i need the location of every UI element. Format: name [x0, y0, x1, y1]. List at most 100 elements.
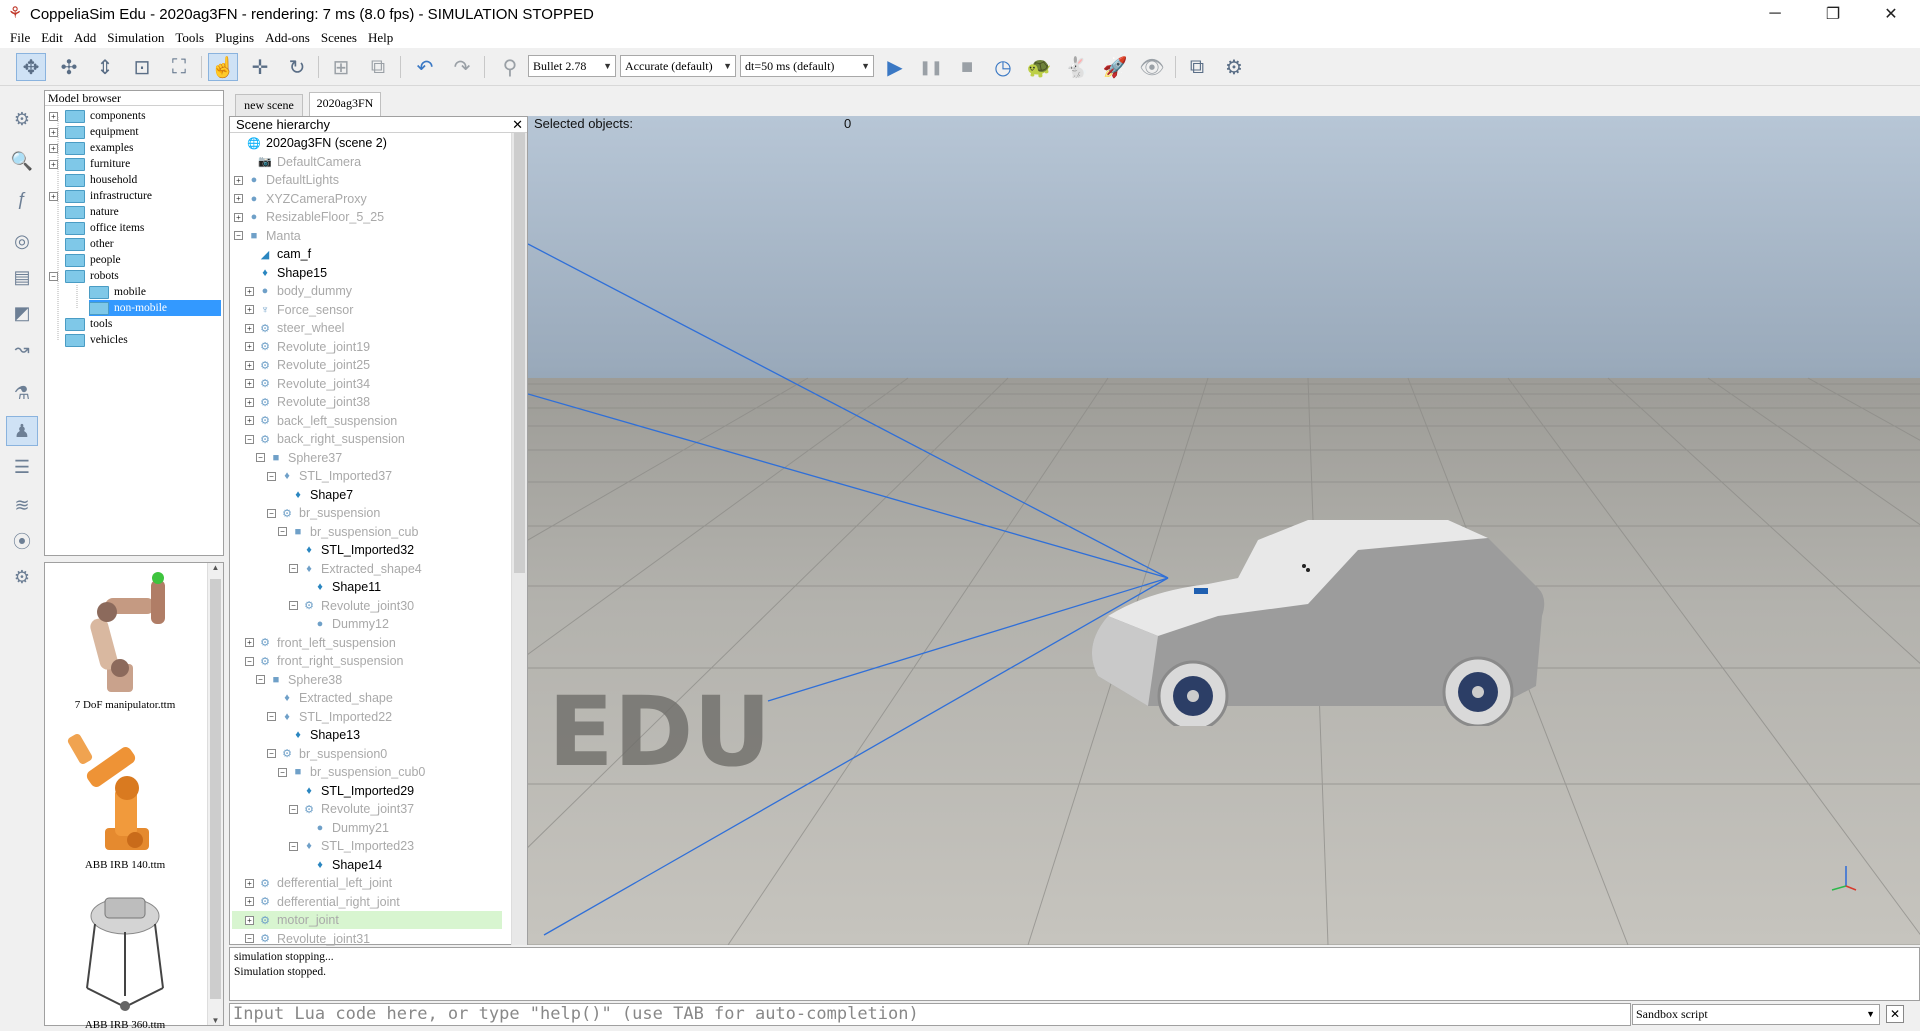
play-icon[interactable]: ▶	[880, 53, 910, 81]
menu-add[interactable]: Add	[74, 30, 96, 46]
hierarchy-item[interactable]: − ■ br_suspension_cub	[232, 523, 418, 541]
hierarchy-item[interactable]: + ⚙ Revolute_joint19	[232, 338, 370, 356]
model-thumbnail[interactable]: ABB IRB 140.ttm	[55, 728, 195, 871]
menu-edit[interactable]: Edit	[41, 30, 63, 46]
camera-shift-icon[interactable]: ⇕	[90, 53, 120, 81]
collapse-toggle[interactable]: −	[267, 749, 276, 758]
redo-icon[interactable]: ↷	[447, 53, 477, 81]
click-selection-icon[interactable]: ☝	[208, 53, 238, 81]
hierarchy-item[interactable]: ♦ Shape13	[232, 726, 360, 744]
expand-toggle[interactable]: +	[245, 286, 254, 296]
hierarchy-item[interactable]: ● Dummy21	[232, 819, 389, 837]
hierarchy-item[interactable]: ♦ STL_Imported29	[232, 782, 414, 800]
hierarchy-item[interactable]: − ⚙ Revolute_joint30	[232, 597, 414, 615]
collapse-toggle[interactable]: −	[245, 434, 254, 444]
hierarchy-item[interactable]: 📷 DefaultCamera	[232, 153, 361, 171]
expand-toggle[interactable]: +	[245, 638, 254, 647]
models-icon[interactable]: ⚙	[1219, 53, 1249, 81]
camera-angle-icon[interactable]: ⊡	[127, 53, 157, 81]
collapse-toggle[interactable]: −	[289, 601, 298, 610]
collapse-toggle[interactable]: −	[289, 564, 298, 573]
collapse-toggle[interactable]: −	[278, 767, 287, 777]
object-properties-icon[interactable]: 🔍	[6, 146, 38, 176]
hierarchy-item[interactable]: ♦ Extracted_shape	[232, 689, 393, 707]
maximize-button[interactable]: ❐	[1804, 0, 1862, 28]
collections-icon[interactable]: ◎	[6, 226, 38, 256]
collapse-toggle[interactable]: −	[289, 804, 298, 814]
tab-2020ag3fn[interactable]: 2020ag3FN	[309, 92, 381, 116]
layers-icon[interactable]: ≋	[6, 490, 38, 520]
hierarchy-item[interactable]: 🌐 2020ag3FN (scene 2)	[232, 134, 387, 152]
undo-icon[interactable]: ↶	[410, 53, 440, 81]
hierarchy-item[interactable]: + ● ResizableFloor_5_25	[232, 208, 384, 226]
scripts-icon[interactable]: ▤	[6, 262, 38, 292]
transfer-dna-icon[interactable]: ⧉	[363, 53, 393, 81]
menu-tools[interactable]: Tools	[175, 30, 204, 46]
calculation-module-icon[interactable]: ƒ	[6, 184, 38, 214]
hierarchy-item[interactable]: − ♦ STL_Imported23	[232, 837, 414, 855]
scrollbar-thumb[interactable]	[514, 133, 525, 573]
hierarchy-item[interactable]: − ■ br_suspension_cub0	[232, 763, 425, 781]
hierarchy-item[interactable]: − ♦ Extracted_shape4	[232, 560, 422, 578]
collapse-toggle[interactable]: −	[267, 471, 276, 481]
collapse-toggle[interactable]: −	[245, 934, 254, 943]
hierarchy-item[interactable]: − ♦ STL_Imported37	[232, 467, 392, 485]
hierarchy-item[interactable]: + ⚙ steer_wheel	[232, 319, 344, 337]
model-thumbnail[interactable]: 7 DoF manipulator.ttm	[55, 568, 195, 711]
thumbnails-scrollbar[interactable]: ▲ ▼	[207, 563, 223, 1025]
hierarchy-item[interactable]: − ⚙ Revolute_joint37	[232, 800, 414, 818]
expand-toggle[interactable]: +	[234, 175, 243, 185]
collapse-toggle[interactable]: −	[267, 712, 276, 721]
tab-new-scene[interactable]: new scene	[235, 94, 303, 116]
menu-help[interactable]: Help	[368, 30, 393, 46]
hierarchy-item[interactable]: ♦ Shape11	[232, 578, 381, 596]
expand-toggle[interactable]: +	[234, 212, 243, 222]
selection-icon[interactable]: ⚗	[6, 378, 38, 408]
collapse-toggle[interactable]: −	[267, 508, 276, 518]
fit-to-view-icon[interactable]: ⛶	[164, 53, 194, 81]
stop-icon[interactable]: ■	[952, 53, 982, 81]
expand-toggle[interactable]: +	[245, 897, 254, 906]
hierarchy-item[interactable]: + ● body_dummy	[232, 282, 352, 300]
camera-pan-icon[interactable]: ✥	[16, 53, 46, 81]
hierarchy-item[interactable]: − ⚙ Revolute_joint31	[232, 930, 370, 948]
collapse-toggle[interactable]: −	[245, 656, 254, 666]
pause-icon[interactable]: ❚❚	[916, 53, 946, 81]
hierarchy-item[interactable]: + ⚙ back_left_suspension	[232, 412, 397, 430]
collapse-toggle[interactable]: −	[234, 231, 243, 240]
hierarchy-item[interactable]: − ⚙ br_suspension	[232, 504, 380, 522]
script-select[interactable]: Sandbox script ▼	[1632, 1004, 1880, 1025]
hierarchy-item[interactable]: − ■ Sphere37	[232, 449, 342, 467]
expand-toggle[interactable]: +	[245, 416, 254, 425]
scrollbar-thumb[interactable]	[210, 579, 221, 999]
hierarchy-item[interactable]: − ■ Manta	[232, 227, 301, 245]
menu-file[interactable]: File	[10, 30, 30, 46]
console-close-icon[interactable]: ✕	[1886, 1005, 1904, 1023]
expand-toggle[interactable]: +	[245, 878, 254, 888]
scene-hierarchy-toggle-icon[interactable]: ☰	[6, 452, 38, 482]
expand-toggle[interactable]: +	[245, 360, 254, 370]
hierarchy-item[interactable]: − ■ Sphere38	[232, 671, 342, 689]
scene-viewport[interactable]: Selected objects: 0 EDU	[528, 116, 1920, 945]
expand-toggle[interactable]: +	[245, 379, 254, 388]
model-thumbnail[interactable]: ABB IRB 360.ttm	[55, 888, 195, 1031]
scroll-up-icon[interactable]: ▲	[208, 563, 223, 572]
hierarchy-item[interactable]: + ● DefaultLights	[232, 171, 339, 189]
hierarchy-item[interactable]: − ⚙ back_right_suspension	[232, 430, 405, 448]
expand-toggle[interactable]: +	[234, 194, 243, 203]
hierarchy-item[interactable]: ● Dummy12	[232, 615, 389, 633]
speed-up-rabbit-icon[interactable]: 🐇	[1062, 53, 1092, 81]
hierarchy-item[interactable]: ♦ Shape15	[232, 264, 327, 282]
menu-addons[interactable]: Add-ons	[265, 30, 310, 46]
minimize-button[interactable]: ─	[1746, 0, 1804, 28]
menu-plugins[interactable]: Plugins	[215, 30, 254, 46]
expand-toggle[interactable]: +	[245, 915, 254, 925]
hierarchy-item[interactable]: + ⚙ motor_joint	[232, 911, 502, 929]
model-browser-toggle-icon[interactable]: ♟	[6, 416, 38, 446]
scroll-down-icon[interactable]: ▼	[208, 1016, 223, 1025]
slow-down-turtle-icon[interactable]: 🐢	[1024, 53, 1054, 81]
hierarchy-item[interactable]: + ⚙ Revolute_joint34	[232, 375, 370, 393]
hierarchy-item[interactable]: − ⚙ front_right_suspension	[232, 652, 403, 670]
hierarchy-item[interactable]: − ⚙ br_suspension0	[232, 745, 387, 763]
lua-command-input[interactable]: Input Lua code here, or type "help()" (u…	[229, 1003, 1631, 1026]
